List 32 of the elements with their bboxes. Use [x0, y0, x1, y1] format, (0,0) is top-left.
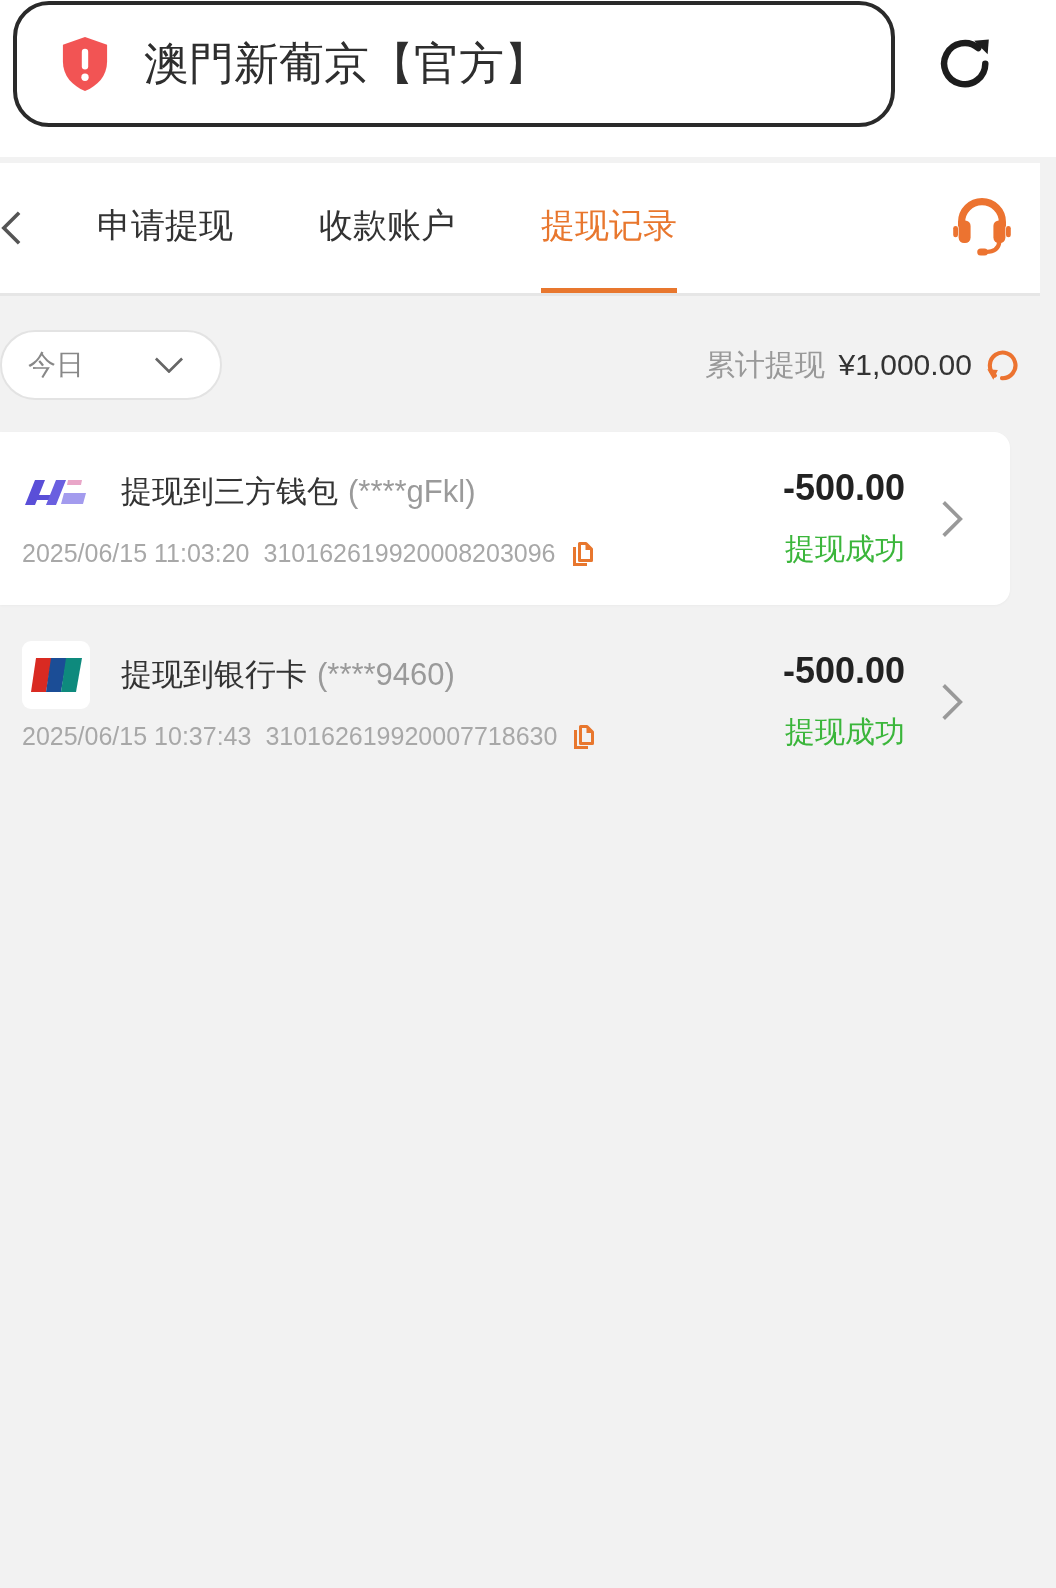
- record-item[interactable]: 提现到银行卡 (****9460) 2025/06/15 10:37:43 310162619920007718630 -500.00 提现成功: [0, 615, 1010, 788]
- site-title: 澳門新葡京【官方】: [144, 37, 549, 91]
- period-dropdown[interactable]: 今日: [0, 330, 222, 400]
- address-bar[interactable]: 澳門新葡京【官方】: [13, 1, 895, 127]
- record-title: 提现到三方钱包: [121, 472, 338, 511]
- summary-label: 累计提现: [704, 346, 825, 383]
- record-status: 提现成功: [785, 714, 905, 750]
- reload-icon[interactable]: [940, 39, 990, 89]
- headset-icon[interactable]: [950, 198, 1014, 258]
- tab[interactable]: 申请提现: [97, 163, 233, 293]
- chevron-right-icon[interactable]: [939, 681, 965, 722]
- record-amount: -500.00: [782, 650, 905, 692]
- card-logo-icon: [22, 640, 90, 709]
- record-status: 提现成功: [785, 531, 905, 567]
- tab[interactable]: 收款账户: [319, 163, 455, 293]
- summary-amount: ¥1,000.00: [838, 348, 972, 382]
- back-icon[interactable]: [0, 210, 22, 246]
- record-item[interactable]: 提现到三方钱包 (****gFkl) 2025/06/15 11:03:20 310162619920008203096 -500.00 提现成功: [0, 432, 1010, 605]
- record-amount: -500.00: [782, 467, 905, 509]
- order-number: 310162619920007718630: [265, 722, 558, 751]
- account-number: (****9460): [317, 656, 455, 693]
- record-time: 2025/06/15 11:03:20: [22, 539, 250, 568]
- chevron-down-icon: [154, 357, 184, 373]
- refresh-icon[interactable]: [986, 349, 1018, 381]
- record-time: 2025/06/15 10:37:43: [22, 722, 252, 751]
- shield-warning-icon: [62, 37, 108, 91]
- record-title: 提现到银行卡: [121, 655, 307, 694]
- copy-icon[interactable]: [571, 540, 594, 567]
- chevron-right-icon[interactable]: [939, 498, 965, 539]
- copy-icon[interactable]: [573, 723, 596, 750]
- order-number: 310162619920008203096: [263, 539, 556, 568]
- account-number: (****gFkl): [348, 473, 476, 510]
